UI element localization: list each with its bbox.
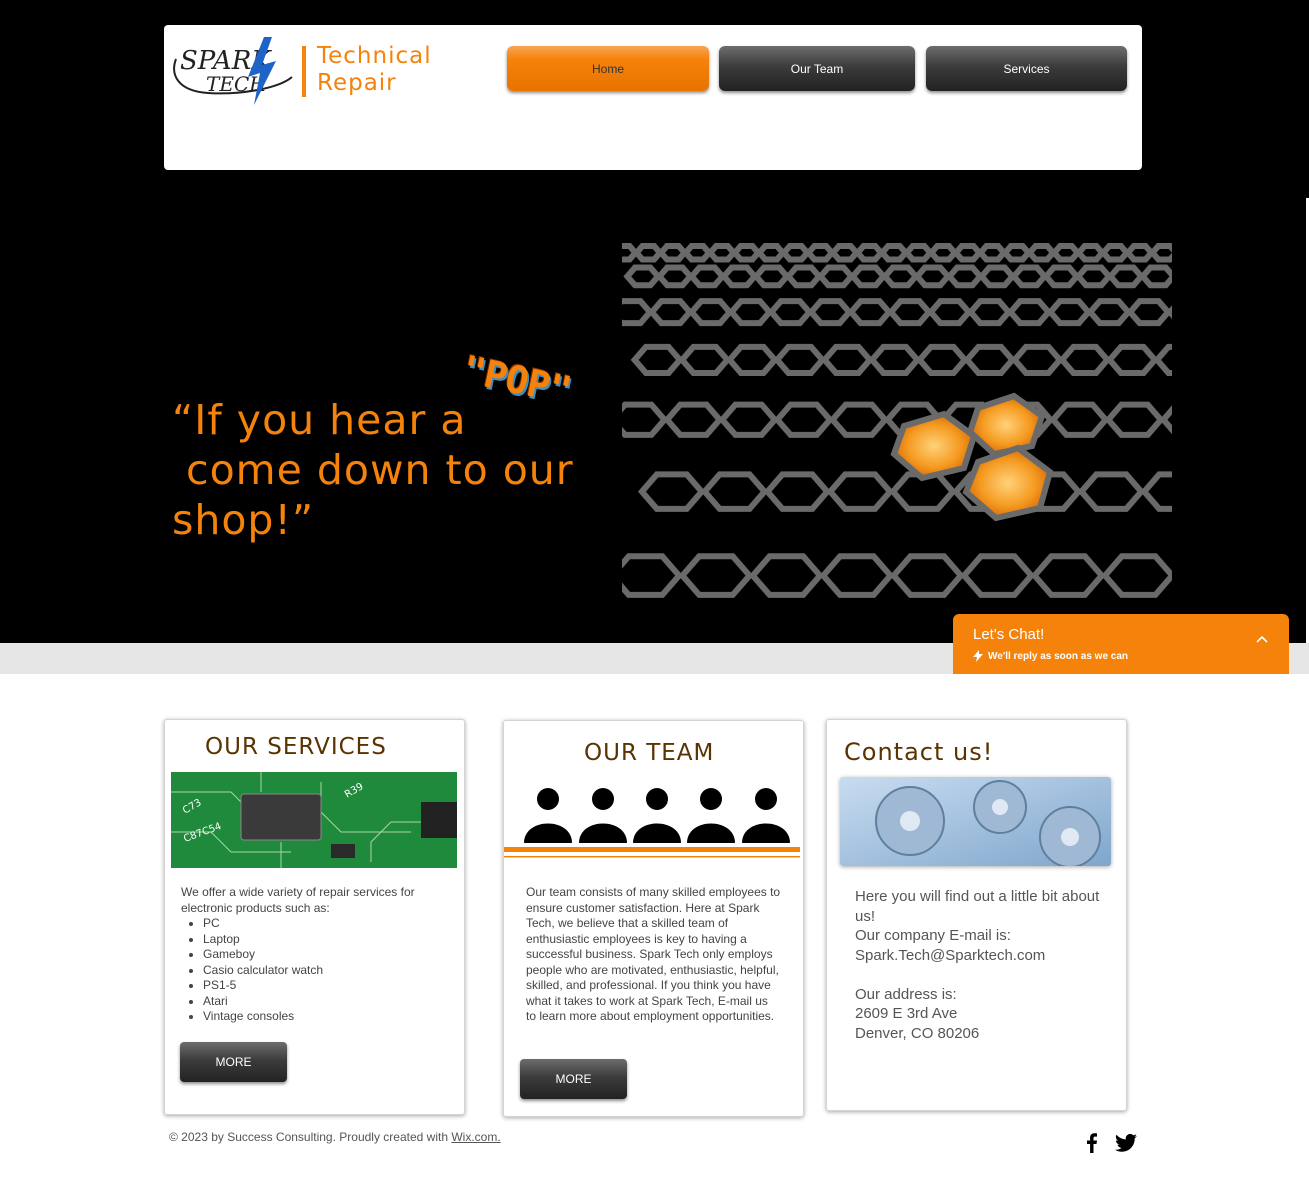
footer-text: © 2023 by Success Consulting. Proudly cr…	[169, 1130, 452, 1144]
hero-quote-line-2: come down to our	[172, 446, 574, 494]
team-title: OUR TEAM	[584, 740, 715, 766]
gears-image	[840, 777, 1111, 866]
team-more-button[interactable]: MORE	[520, 1059, 627, 1099]
contact-email-label: Our company E-mail is:	[855, 927, 1011, 944]
nav-home-button[interactable]: Home	[507, 46, 709, 91]
brand-name: Technical Repair	[317, 43, 432, 97]
contact-address-line-2: Denver, CO 80206	[855, 1024, 980, 1042]
chat-widget[interactable]: Let's Chat! We'll reply as soon as we ca…	[953, 614, 1289, 674]
services-list-item: Laptop	[203, 932, 441, 948]
contact-intro: Here you will find out a little bit abou…	[855, 888, 1100, 925]
chat-title: Let's Chat!	[973, 626, 1045, 643]
services-title: OUR SERVICES	[205, 734, 387, 760]
hero-quote: “If you hear a come down to our shop!”	[172, 395, 592, 545]
brand-line-2: Repair	[317, 70, 397, 96]
services-list-item: Casio calculator watch	[203, 963, 441, 979]
services-list: PC Laptop Gameboy Casio calculator watch…	[203, 916, 441, 1025]
contact-email[interactable]: Spark.Tech@Sparktech.com	[855, 946, 1110, 966]
team-text: Our team consists of many skilled employ…	[526, 885, 781, 1023]
lightning-icon	[973, 650, 983, 662]
brand-line-1: Technical	[317, 43, 432, 69]
chevron-up-icon[interactable]	[1255, 632, 1269, 646]
services-more-button[interactable]: MORE	[180, 1042, 287, 1082]
services-list-item: PC	[203, 916, 441, 932]
services-list-item: Atari	[203, 994, 441, 1010]
logo-divider	[302, 46, 306, 97]
contact-title: Contact us!	[844, 738, 994, 766]
contact-address-label: Our address is:	[855, 985, 957, 1003]
chat-subtitle: We'll reply as soon as we can	[973, 650, 1128, 662]
services-list-item: Gameboy	[203, 947, 441, 963]
footer-copyright: © 2023 by Success Consulting. Proudly cr…	[169, 1130, 501, 1144]
nav-services-button[interactable]: Services	[926, 46, 1127, 91]
services-list-item: Vintage consoles	[203, 1009, 441, 1025]
contact-text: Here you will find out a little bit abou…	[855, 887, 1110, 1043]
footer-wix-link[interactable]: Wix.com.	[451, 1130, 500, 1144]
twitter-icon[interactable]	[1114, 1131, 1138, 1155]
circuit-board-image: C73 C87C54 R39	[171, 772, 457, 868]
contact-address-line-1: 2609 E 3rd Ave	[855, 1005, 958, 1022]
services-list-item: PS1-5	[203, 978, 441, 994]
hexagon-grid-image	[622, 226, 1172, 621]
team-people-image	[504, 788, 800, 858]
services-text: We offer a wide variety of repair servic…	[181, 885, 441, 1025]
spark-tech-logo[interactable]: SPARK TECH	[168, 35, 298, 107]
chat-subtitle-text: We'll reply as soon as we can	[988, 650, 1129, 662]
facebook-icon[interactable]	[1080, 1131, 1104, 1155]
hero-quote-line-3: shop!”	[172, 496, 315, 544]
services-intro: We offer a wide variety of repair servic…	[181, 885, 415, 915]
nav-our-team-button[interactable]: Our Team	[719, 46, 915, 91]
